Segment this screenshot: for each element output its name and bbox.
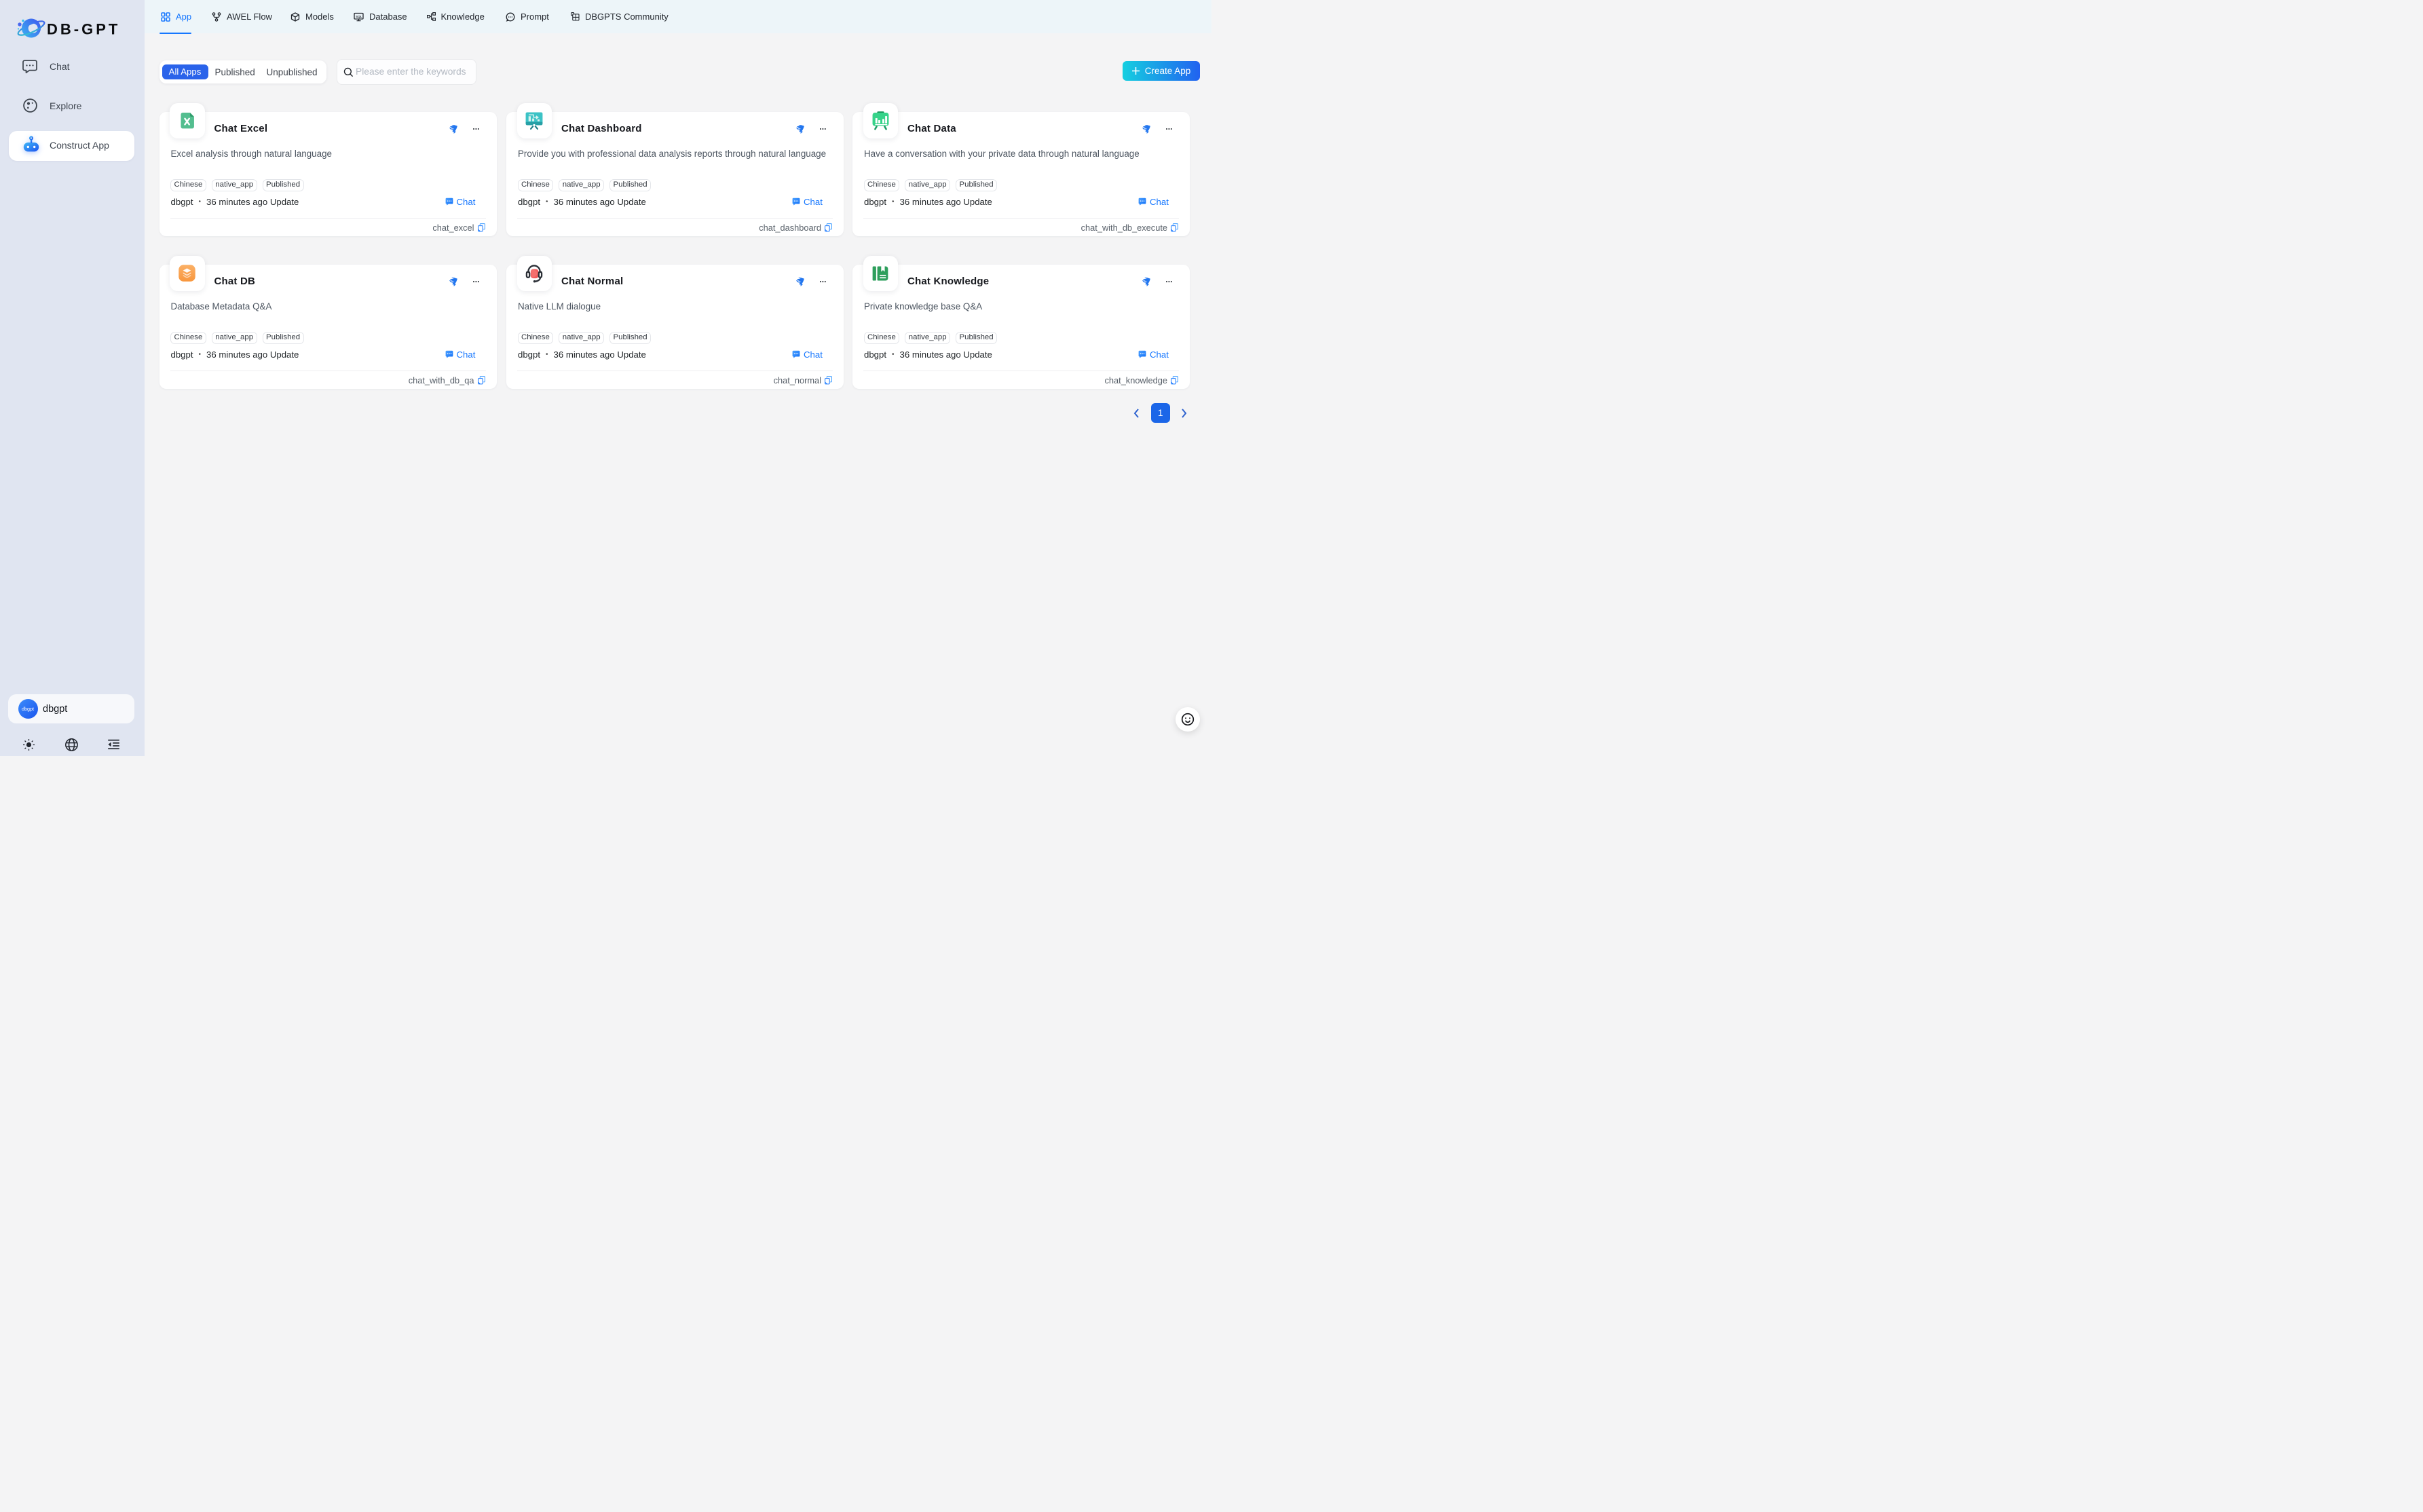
svg-text:SQL: SQL	[356, 14, 362, 18]
svg-text:DB-GPT: DB-GPT	[47, 21, 120, 38]
